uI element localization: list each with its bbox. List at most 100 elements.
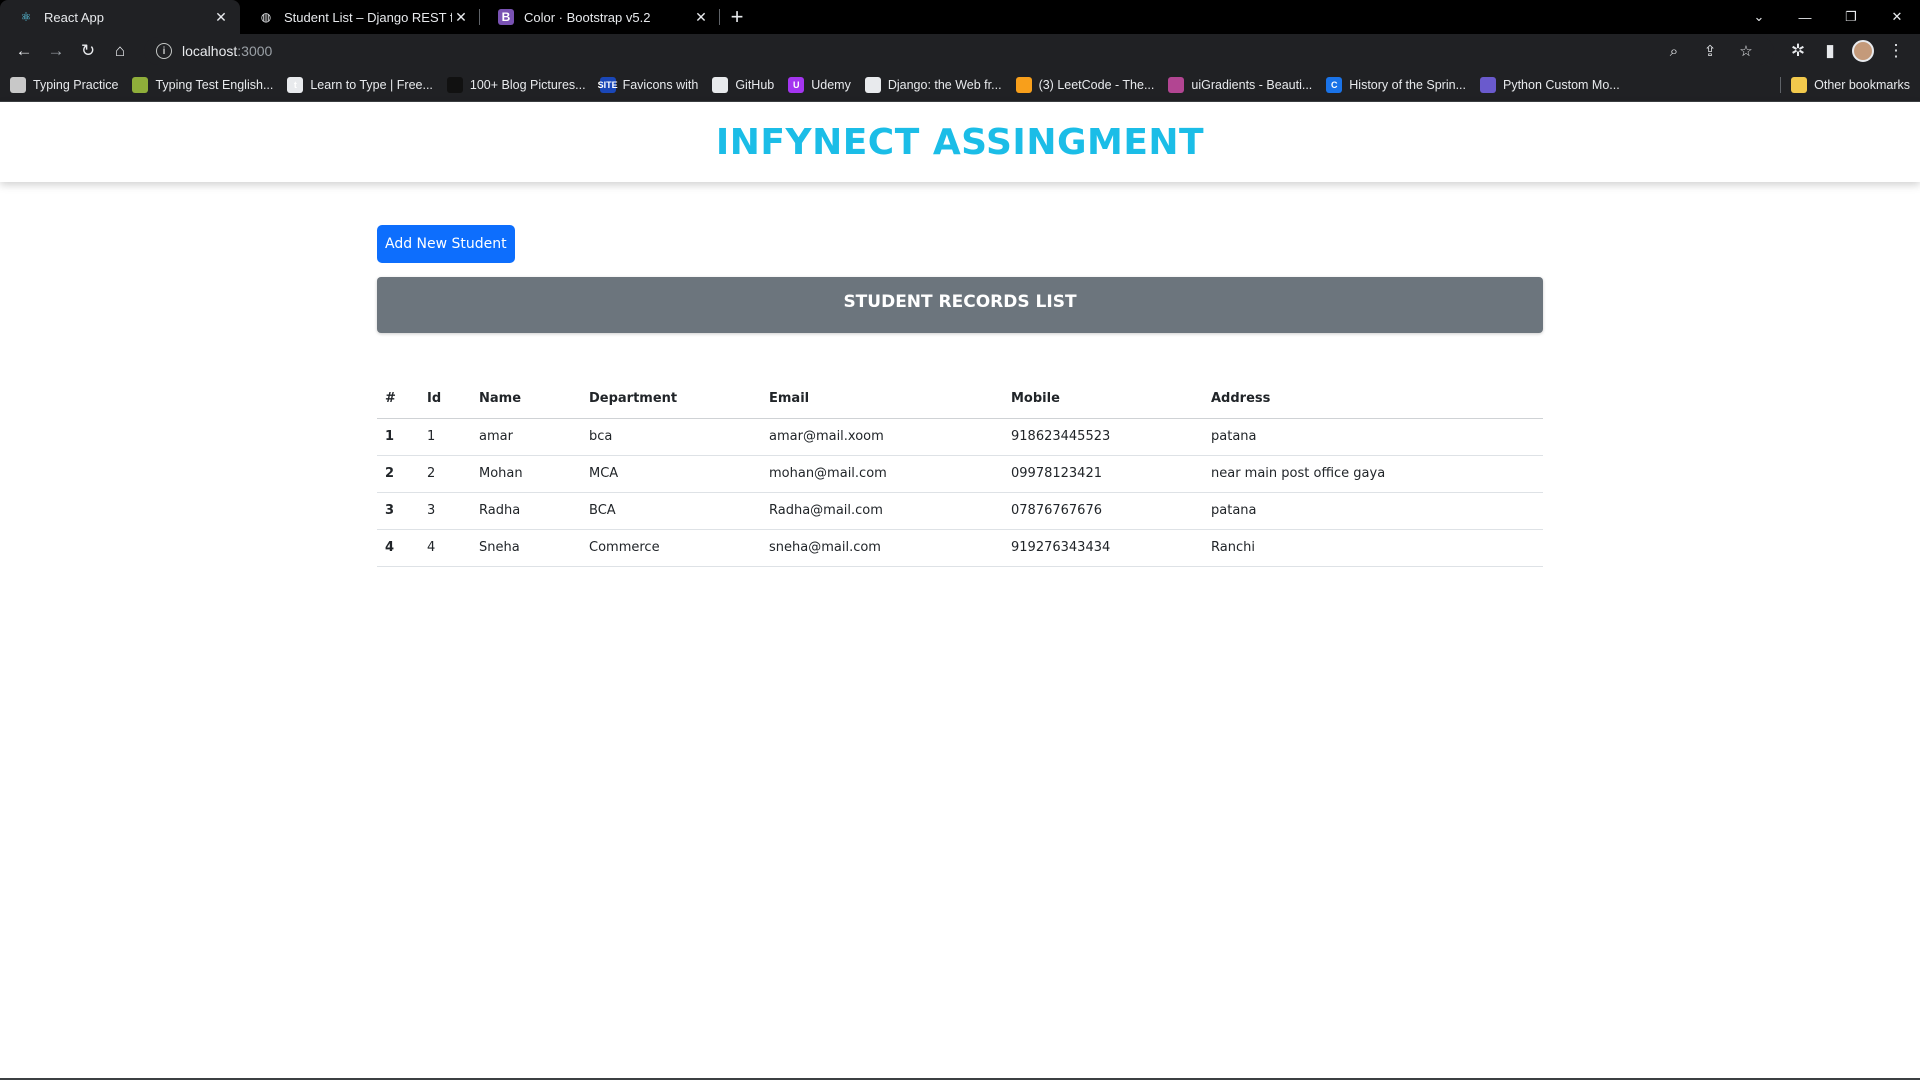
records-title: STUDENT RECORDS LIST bbox=[843, 292, 1077, 312]
student-records-table: # Id Name Department Email Mobile Address 1 1 am… bbox=[377, 381, 1543, 567]
table-cell: 3 bbox=[419, 492, 471, 530]
table-row: 1 1 amar bca amar@mail.xoom 918623445523 patan… bbox=[377, 418, 1543, 456]
bookmark-item[interactable]: uiGradients - Beauti... bbox=[1168, 76, 1312, 93]
page-title: INFYNECT ASSINGMENT bbox=[715, 121, 1205, 163]
bookmark-item[interactable]: Typing Test English... bbox=[132, 76, 274, 93]
bookmark-label: Udemy bbox=[811, 77, 851, 92]
browser-toolbar: ← → ↻ ⌂ i localhost:3000 ⌕ ⇪ ☆ ✲ ▮ ⋮ bbox=[0, 34, 1920, 68]
row-number: 3 bbox=[377, 492, 419, 530]
window-controls: ⌄ — ❐ ✕ bbox=[1736, 0, 1920, 34]
bookmark-label: Django: the Web fr... bbox=[887, 77, 1002, 92]
bookmark-label: Learn to Type | Free... bbox=[310, 77, 433, 92]
column-header: Department bbox=[581, 381, 761, 419]
bookmarks-bar: Typing Practice Typing Test English... t Le… bbox=[0, 68, 1920, 102]
tab-student-list[interactable]: ◍ Student List – Django REST framework ✕ bbox=[240, 0, 480, 34]
share-icon[interactable]: ⇪ bbox=[1694, 37, 1726, 65]
other-bookmarks[interactable]: Other bookmarks bbox=[1780, 76, 1910, 93]
table-cell: Mohan bbox=[471, 455, 581, 493]
table-body: 1 1 amar bca amar@mail.xoom 918623445523 patan… bbox=[377, 418, 1543, 567]
url-port: :3000 bbox=[237, 43, 273, 59]
table-cell: near main post office gaya bbox=[1203, 455, 1543, 493]
tab-react-app[interactable]: ⚛ React App ✕ bbox=[0, 0, 240, 34]
address-bar[interactable]: i localhost:3000 ⌕ ⇪ ☆ bbox=[144, 37, 1774, 65]
bookmark-favicon-icon bbox=[712, 76, 729, 93]
star-icon[interactable]: ☆ bbox=[1730, 37, 1762, 65]
table-cell: 4 bbox=[419, 529, 471, 567]
tab-bootstrap-color[interactable]: B Color · Bootstrap v5.2 ✕ bbox=[480, 0, 720, 34]
close-icon[interactable]: ✕ bbox=[692, 8, 710, 26]
bookmark-item[interactable]: SITE Favicons with bbox=[598, 76, 699, 93]
table-cell: BCA bbox=[581, 492, 761, 530]
table-cell: 918623445523 bbox=[1003, 418, 1203, 456]
table-row: 3 3 Radha BCA Radha@mail.com 07876767676 patan… bbox=[377, 492, 1543, 530]
globe-icon: ◍ bbox=[260, 10, 272, 24]
main-container: Add New Student STUDENT RECORDS LIST # Id… bbox=[377, 182, 1543, 567]
bookmark-favicon-icon: SITE bbox=[598, 76, 618, 93]
bookmark-label: 100+ Blog Pictures... bbox=[469, 77, 586, 92]
column-header: Id bbox=[419, 381, 471, 419]
table-cell: mohan@mail.com bbox=[761, 455, 1003, 493]
zoom-icon[interactable]: ⌕ bbox=[1658, 37, 1690, 65]
new-tab-button[interactable]: + bbox=[720, 0, 754, 34]
column-header: Address bbox=[1203, 381, 1543, 419]
row-number: 2 bbox=[377, 455, 419, 493]
app-header: INFYNECT ASSINGMENT bbox=[0, 102, 1920, 182]
forward-arrow-icon[interactable]: → bbox=[40, 37, 72, 65]
bookmark-item[interactable]: t Learn to Type | Free... bbox=[287, 76, 433, 93]
bookmark-favicon-icon: C bbox=[1326, 76, 1343, 93]
bookmark-item[interactable]: C History of the Sprin... bbox=[1326, 76, 1466, 93]
table-cell: Radha@mail.com bbox=[761, 492, 1003, 530]
bookmark-item[interactable]: 100+ Blog Pictures... bbox=[446, 76, 586, 93]
side-panel-icon[interactable]: ▮ bbox=[1814, 37, 1846, 65]
table-cell: patana bbox=[1203, 492, 1543, 530]
table-cell: patana bbox=[1203, 418, 1543, 456]
table-cell: amar@mail.xoom bbox=[761, 418, 1003, 456]
bookmark-favicon-icon bbox=[1480, 76, 1496, 93]
bookmark-label: Typing Test English... bbox=[155, 77, 274, 92]
restore-icon[interactable]: ❐ bbox=[1828, 0, 1874, 34]
menu-dots-icon[interactable]: ⋮ bbox=[1880, 37, 1912, 65]
bookmark-item[interactable]: (3) LeetCode - The... bbox=[1015, 76, 1154, 93]
tab-title: Student List – Django REST framework bbox=[284, 9, 452, 25]
close-window-icon[interactable]: ✕ bbox=[1874, 0, 1920, 34]
avatar[interactable] bbox=[1852, 40, 1874, 62]
home-icon[interactable]: ⌂ bbox=[104, 37, 136, 65]
bookmark-favicon-icon bbox=[1168, 76, 1185, 93]
table-header-row: # Id Name Department Email Mobile Address bbox=[377, 381, 1543, 419]
bookmark-item[interactable]: U Udemy bbox=[788, 76, 851, 93]
close-icon[interactable]: ✕ bbox=[452, 8, 470, 26]
tab-title: React App bbox=[44, 9, 104, 25]
bookmark-item[interactable]: Typing Practice bbox=[10, 76, 119, 93]
bookmark-favicon-icon bbox=[864, 76, 881, 93]
bookmark-label: Other bookmarks bbox=[1814, 77, 1910, 92]
column-header: Mobile bbox=[1003, 381, 1203, 419]
bookmark-favicon-icon bbox=[446, 76, 463, 93]
table-cell: 1 bbox=[419, 418, 471, 456]
column-header: # bbox=[377, 381, 419, 419]
info-icon[interactable]: i bbox=[156, 43, 172, 59]
add-new-student-button[interactable]: Add New Student bbox=[377, 225, 515, 263]
react-icon: ⚛ bbox=[20, 10, 32, 24]
chevron-down-icon[interactable]: ⌄ bbox=[1736, 0, 1782, 34]
minimize-icon[interactable]: — bbox=[1782, 0, 1828, 34]
bookmark-label: Typing Practice bbox=[33, 77, 119, 92]
reload-icon[interactable]: ↻ bbox=[72, 37, 104, 65]
close-icon[interactable]: ✕ bbox=[212, 8, 230, 26]
tab-title: Color · Bootstrap v5.2 bbox=[524, 9, 651, 25]
tab-separator bbox=[719, 9, 720, 25]
records-header-bar: STUDENT RECORDS LIST bbox=[377, 277, 1543, 333]
bookmark-item[interactable]: Django: the Web fr... bbox=[864, 76, 1002, 93]
back-arrow-icon[interactable]: ← bbox=[8, 37, 40, 65]
table-cell: 2 bbox=[419, 455, 471, 493]
table-cell: Radha bbox=[471, 492, 581, 530]
bookmark-label: Python Custom Mo... bbox=[1503, 77, 1620, 92]
url-host: localhost bbox=[182, 43, 238, 59]
bookmark-item[interactable]: Python Custom Mo... bbox=[1480, 76, 1620, 93]
table-cell: Sneha bbox=[471, 529, 581, 567]
bookmark-label: Favicons with bbox=[622, 77, 699, 92]
extensions-icon[interactable]: ✲ bbox=[1782, 37, 1814, 65]
table-cell: Commerce bbox=[581, 529, 761, 567]
bookmark-item[interactable]: GitHub bbox=[712, 76, 774, 93]
table-cell: sneha@mail.com bbox=[761, 529, 1003, 567]
row-number: 4 bbox=[377, 529, 419, 567]
